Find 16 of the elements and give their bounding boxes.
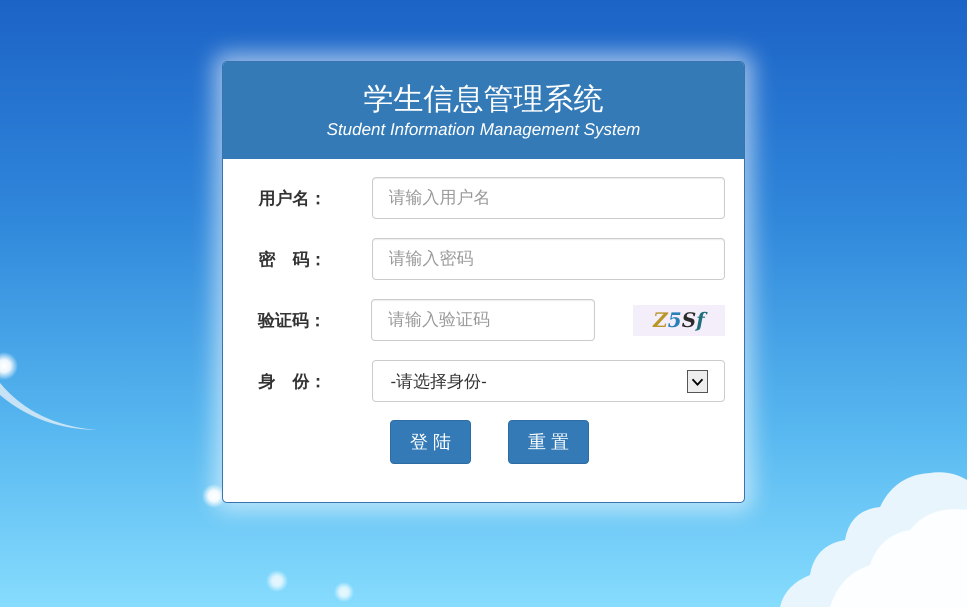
app-title: 学生信息管理系统 xyxy=(364,82,604,118)
reset-button[interactable]: 重 置 xyxy=(508,420,589,464)
sparkle-drawing xyxy=(332,580,356,604)
sparkle-drawing xyxy=(264,568,290,594)
field-label: 用户名： xyxy=(257,188,327,210)
login-button[interactable]: 登 陆 xyxy=(390,420,471,464)
username-input[interactable]: 请输入用户名 xyxy=(372,177,725,219)
password-input[interactable]: 请输入密码 xyxy=(372,238,725,280)
field-label: 验证码： xyxy=(256,310,326,332)
role-select[interactable]: -请选择身份- xyxy=(372,360,725,402)
app-subtitle: Student Information Management System xyxy=(326,120,640,140)
captcha-image[interactable]: Z5Sf xyxy=(632,304,725,336)
dropdown-caret-icon xyxy=(687,370,708,392)
field-label: 密 码： xyxy=(258,248,327,270)
captcha-input[interactable]: 请输入验证码 xyxy=(370,299,595,341)
field-label: 身 份： xyxy=(258,370,327,392)
